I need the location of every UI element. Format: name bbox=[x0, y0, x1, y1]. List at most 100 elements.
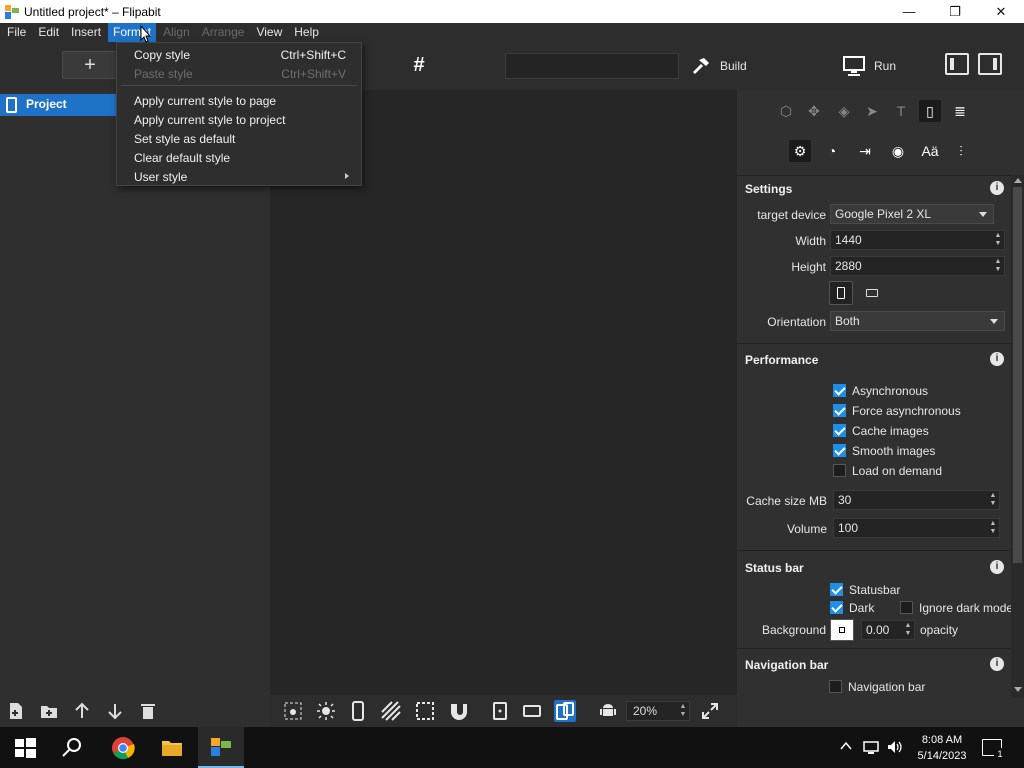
cache-size-input[interactable]: 30 ▲ ▼ bbox=[833, 490, 1000, 510]
multi-device-icon[interactable] bbox=[554, 700, 576, 722]
scrollbar-thumb[interactable] bbox=[1013, 187, 1022, 563]
screenshot-icon[interactable] bbox=[282, 700, 304, 722]
paste-style-shortcut: Ctrl+Shift+V bbox=[281, 67, 346, 81]
menu-user-style[interactable]: User style bbox=[117, 167, 361, 186]
new-page-icon[interactable] bbox=[6, 701, 26, 721]
device-frame-icon[interactable] bbox=[347, 700, 369, 722]
height-input[interactable]: 2880 ▲ ▼ bbox=[830, 256, 1005, 276]
device-tab-icon[interactable]: ▯ bbox=[919, 100, 941, 122]
orientation-select[interactable]: Both bbox=[830, 311, 1005, 331]
menu-apply-style-page[interactable]: Apply current style to page bbox=[117, 91, 361, 110]
chrome-icon[interactable] bbox=[110, 735, 136, 761]
file-explorer-icon[interactable] bbox=[159, 735, 185, 761]
arrow-down-icon[interactable] bbox=[105, 701, 125, 721]
cursor-icon[interactable]: ➤ bbox=[861, 100, 883, 122]
cache-size-value: 30 bbox=[838, 493, 852, 507]
menu-insert[interactable]: Insert bbox=[66, 23, 106, 42]
build-button[interactable]: Build bbox=[690, 53, 747, 79]
system-clock[interactable]: 8:08 AM 5/14/2023 bbox=[912, 732, 972, 764]
network-icon[interactable] bbox=[862, 739, 880, 755]
menu-arrange[interactable]: Arrange bbox=[197, 23, 250, 42]
search-icon[interactable] bbox=[59, 735, 85, 761]
fill-icon[interactable]: ◈ bbox=[833, 100, 855, 122]
format-dropdown-menu: Copy style Ctrl+Shift+C Paste style Ctrl… bbox=[116, 42, 362, 186]
cube-icon[interactable]: ⬡ bbox=[775, 100, 797, 122]
windows-start-icon[interactable] bbox=[12, 735, 38, 761]
minimize-button[interactable]: — bbox=[886, 0, 932, 23]
add-page-button[interactable]: + bbox=[62, 51, 118, 79]
landscape-icon[interactable] bbox=[521, 700, 543, 722]
restore-button[interactable]: ❐ bbox=[932, 0, 978, 23]
notification-icon[interactable]: 1 bbox=[982, 739, 1006, 760]
flipabit-taskbar-button[interactable] bbox=[198, 727, 244, 768]
navigation-bar-info-icon[interactable]: i bbox=[990, 657, 1004, 671]
cache-images-checkbox[interactable] bbox=[833, 424, 846, 437]
brightness-icon[interactable] bbox=[315, 700, 337, 722]
android-icon[interactable] bbox=[597, 700, 619, 722]
magnet-icon[interactable] bbox=[447, 700, 469, 722]
clock-date: 5/14/2023 bbox=[917, 750, 967, 762]
menu-align[interactable]: Align bbox=[158, 23, 195, 42]
exit-icon[interactable]: ⇥ bbox=[854, 140, 876, 162]
set-style-default-label: Set style as default bbox=[134, 132, 236, 146]
asynchronous-checkbox[interactable] bbox=[833, 384, 846, 397]
landscape-orientation-button[interactable] bbox=[860, 281, 884, 305]
navigation-bar-checkbox[interactable] bbox=[829, 680, 842, 693]
move-icon[interactable]: ✥ bbox=[803, 100, 825, 122]
portrait-icon[interactable] bbox=[489, 700, 511, 722]
zoom-input[interactable]: 20% ▲ ▼ bbox=[626, 701, 690, 721]
trash-icon[interactable] bbox=[138, 701, 158, 721]
menu-set-style-default[interactable]: Set style as default bbox=[117, 129, 361, 148]
status-bar-info-icon[interactable]: i bbox=[990, 560, 1004, 574]
close-button[interactable]: ✕ bbox=[978, 0, 1024, 23]
ignore-dark-mode-checkbox[interactable] bbox=[900, 601, 913, 614]
menu-help[interactable]: Help bbox=[289, 23, 324, 42]
menu-copy-style[interactable]: Copy style Ctrl+Shift+C bbox=[117, 45, 361, 64]
hatch-icon[interactable] bbox=[380, 700, 402, 722]
load-on-demand-checkbox[interactable] bbox=[833, 464, 846, 477]
performance-title: Performance bbox=[745, 353, 819, 367]
menu-view[interactable]: View bbox=[251, 23, 287, 42]
font-icon[interactable]: Aä bbox=[919, 140, 941, 162]
menu-paste-style[interactable]: Paste style Ctrl+Shift+V bbox=[117, 64, 361, 83]
settings-info-icon[interactable]: i bbox=[990, 181, 1004, 195]
arrow-up-icon[interactable] bbox=[72, 701, 92, 721]
property-tabs-row-1: ⬡ ✥ ◈ ➤ T ▯ ≣ bbox=[737, 100, 1024, 122]
selection-icon[interactable] bbox=[414, 700, 436, 722]
portrait-orientation-button[interactable] bbox=[829, 281, 853, 305]
menu-file[interactable]: File bbox=[2, 23, 31, 42]
properties-scrollbar[interactable] bbox=[1011, 175, 1024, 698]
background-color-swatch[interactable] bbox=[830, 619, 854, 641]
volume-icon[interactable] bbox=[886, 739, 904, 755]
database-icon[interactable]: ≣ bbox=[949, 100, 971, 122]
signal-icon[interactable]: ⫶ bbox=[950, 140, 972, 162]
toolbar-search-input[interactable] bbox=[505, 53, 679, 79]
project-label: Project bbox=[26, 97, 67, 111]
grid-hash-button[interactable]: # bbox=[405, 52, 433, 80]
target-device-label: target device bbox=[757, 208, 826, 222]
orientation-label: Orientation bbox=[767, 315, 826, 329]
text-icon[interactable]: T bbox=[890, 100, 912, 122]
phone-icon bbox=[6, 97, 17, 113]
menu-apply-style-project[interactable]: Apply current style to project bbox=[117, 110, 361, 129]
gear-icon[interactable]: ⚙ bbox=[789, 140, 811, 162]
toggle-left-panel-icon[interactable] bbox=[945, 53, 969, 75]
run-button[interactable]: Run bbox=[842, 53, 896, 79]
menu-clear-default-style[interactable]: Clear default style bbox=[117, 148, 361, 167]
dark-checkbox[interactable] bbox=[830, 601, 843, 614]
menu-edit[interactable]: Edit bbox=[33, 23, 64, 42]
target-device-select[interactable]: Google Pixel 2 XL bbox=[830, 204, 994, 224]
compass-icon[interactable]: ◉ bbox=[887, 140, 909, 162]
statusbar-checkbox[interactable] bbox=[830, 583, 843, 596]
performance-gauge-icon[interactable]: ◔ bbox=[821, 140, 843, 162]
performance-info-icon[interactable]: i bbox=[990, 352, 1004, 366]
smooth-images-checkbox[interactable] bbox=[833, 444, 846, 457]
force-asynchronous-checkbox[interactable] bbox=[833, 404, 846, 417]
fit-screen-icon[interactable] bbox=[699, 700, 721, 722]
volume-input[interactable]: 100 ▲ ▼ bbox=[833, 518, 1000, 538]
chevron-up-icon[interactable] bbox=[840, 741, 852, 751]
new-folder-icon[interactable] bbox=[39, 701, 59, 721]
opacity-input[interactable]: 0.00 ▲ ▼ bbox=[861, 620, 915, 640]
toggle-right-panel-icon[interactable] bbox=[978, 53, 1002, 75]
width-input[interactable]: 1440 ▲ ▼ bbox=[830, 230, 1005, 250]
